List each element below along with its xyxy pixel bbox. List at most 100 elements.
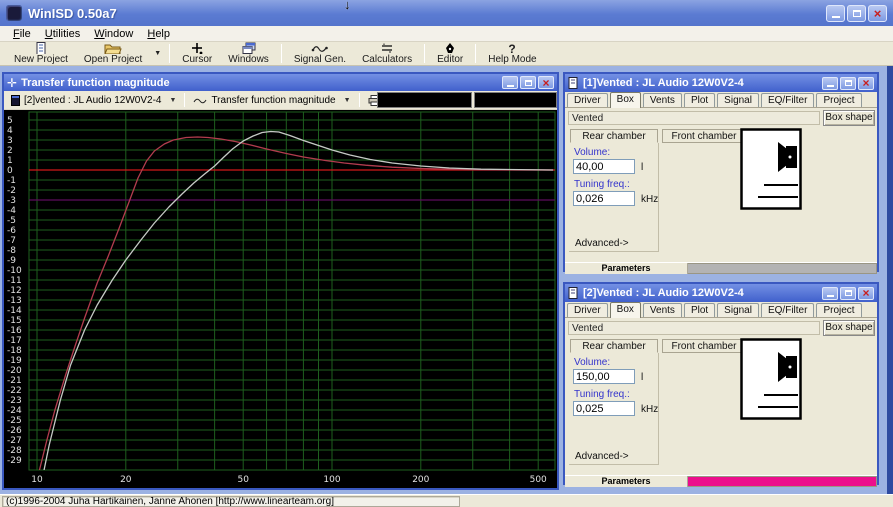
tab-plot[interactable]: Plot (683, 303, 716, 317)
panel2-maximize-button[interactable] (840, 286, 856, 300)
panel1-title-bar: [1]Vented : JL Audio 12W0V2-4 × (565, 74, 877, 92)
editor-button[interactable]: Editor (429, 42, 471, 65)
box-shape-button[interactable]: Box shape (823, 320, 875, 336)
transfer-function-window: ✛ Transfer function magnitude × [2]vente… (2, 72, 559, 490)
tuning-freq-input[interactable] (573, 401, 635, 416)
chart-canvas: 543210-1-2-3-4-5-6-7-8-9-10-11-12-13-14-… (7, 111, 556, 485)
document-icon (568, 287, 578, 299)
editor-icon (446, 43, 455, 53)
panel2-title: [2]Vented : JL Audio 12W0V2-4 (583, 287, 744, 299)
volume-label: Volume: (574, 147, 611, 158)
toolbar-separator (424, 44, 426, 63)
signal-gen-button[interactable]: Signal Gen. (286, 42, 354, 65)
close-icon: × (873, 5, 882, 21)
project-icon (11, 94, 20, 106)
svg-text:-11: -11 (7, 276, 22, 286)
panel1-close-button[interactable]: × (858, 76, 874, 90)
toolbar-separator (184, 93, 186, 107)
close-icon: × (862, 76, 870, 90)
svg-text:-23: -23 (7, 396, 22, 406)
svg-text:100: 100 (323, 475, 340, 485)
tab-signal[interactable]: Signal (717, 303, 759, 317)
chart-maximize-button[interactable] (520, 76, 536, 89)
svg-text:-25: -25 (7, 416, 22, 426)
chart-close-button[interactable]: × (538, 76, 554, 89)
tab-driver[interactable]: Driver (567, 303, 608, 317)
svg-text:-1: -1 (7, 176, 16, 186)
project-select-combo[interactable]: [2]vented : JL Audio 12W0V2-4 ▼ (7, 92, 180, 109)
panel2-close-button[interactable]: × (858, 286, 874, 300)
panel1-minimize-button[interactable] (822, 76, 838, 90)
mdi-right-edge (887, 66, 893, 494)
tab-box[interactable]: Box (609, 92, 641, 108)
svg-text:-22: -22 (7, 386, 22, 396)
chevron-down-icon: ▼ (343, 96, 351, 104)
windows-button[interactable]: Windows (220, 42, 277, 65)
menu-help[interactable]: Help (140, 27, 177, 41)
open-project-label: Open Project (83, 54, 143, 65)
minimize-icon (826, 85, 834, 87)
svg-text:-16: -16 (7, 326, 22, 336)
tab-vents[interactable]: Vents (642, 303, 682, 317)
advanced-link[interactable]: Advanced-> (575, 451, 629, 462)
chart-minimize-button[interactable] (502, 76, 518, 89)
tab-signal[interactable]: Signal (717, 93, 759, 107)
tuning-freq-input[interactable] (573, 191, 635, 206)
svg-text:2: 2 (7, 146, 13, 156)
tab-box[interactable]: Box (609, 302, 641, 318)
open-project-dropdown[interactable]: ▼ (150, 42, 165, 65)
panel1-title: [1]Vented : JL Audio 12W0V2-4 (583, 77, 744, 89)
open-project-icon (104, 44, 122, 54)
project-window-1: [1]Vented : JL Audio 12W0V2-4 × Driver B… (563, 72, 879, 274)
new-project-button[interactable]: New Project (6, 42, 76, 65)
svg-text:-15: -15 (7, 316, 22, 326)
panel1-box-tab-content: Vented Box shape Rear chamber Front cham… (565, 108, 877, 262)
maximize-icon (852, 9, 861, 17)
panel1-tabs: Driver Box Vents Plot Signal EQ/Filter P… (565, 92, 877, 108)
menu-utilities[interactable]: Utilities (38, 27, 87, 41)
maximize-icon (844, 80, 852, 86)
front-chamber-tab[interactable]: Front chamber (662, 339, 746, 353)
svg-text:5: 5 (7, 116, 13, 126)
maximize-icon (524, 79, 532, 86)
tab-driver[interactable]: Driver (567, 93, 608, 107)
tab-plot[interactable]: Plot (683, 93, 716, 107)
help-mode-button[interactable]: ? Help Mode (480, 42, 544, 65)
chevron-down-icon: ▼ (169, 96, 177, 104)
maximize-button[interactable] (847, 4, 866, 22)
front-chamber-tab[interactable]: Front chamber (662, 129, 746, 143)
parameters-toggle[interactable]: Parameters (565, 476, 688, 487)
tab-vents[interactable]: Vents (642, 93, 682, 107)
menu-window[interactable]: Window (87, 27, 140, 41)
tab-eq-filter[interactable]: EQ/Filter (760, 303, 815, 317)
volume-input[interactable] (573, 159, 635, 174)
calculators-icon (382, 43, 393, 53)
cursor-button[interactable]: Cursor (174, 42, 220, 65)
advanced-link[interactable]: Advanced-> (575, 238, 629, 249)
move-cursor-icon: ✛ (7, 75, 18, 90)
svg-text:-19: -19 (7, 356, 22, 366)
plot-type-combo[interactable]: Transfer function magnitude ▼ (189, 92, 354, 109)
rear-chamber-tab[interactable]: Rear chamber (570, 129, 658, 143)
rear-chamber-tab[interactable]: Rear chamber (570, 339, 658, 353)
close-button[interactable]: × (868, 4, 887, 22)
calculators-button[interactable]: Calculators (354, 42, 420, 65)
panel2-minimize-button[interactable] (822, 286, 838, 300)
tab-eq-filter[interactable]: EQ/Filter (760, 93, 815, 107)
svg-text:0: 0 (7, 166, 13, 176)
menu-bar: File Utilities Window Help (0, 26, 893, 42)
tab-project[interactable]: Project (816, 93, 862, 107)
box-shape-button[interactable]: Box shape (823, 110, 875, 126)
panel1-maximize-button[interactable] (840, 76, 856, 90)
parameters-toggle[interactable]: Parameters (565, 263, 688, 274)
open-project-button[interactable]: Open Project (76, 42, 150, 65)
svg-text:-5: -5 (7, 216, 16, 226)
tab-project[interactable]: Project (816, 303, 862, 317)
transfer-curve-icon (194, 98, 207, 103)
project-window-2: [2]Vented : JL Audio 12W0V2-4 × Driver B… (563, 282, 879, 487)
editor-label: Editor (437, 54, 464, 65)
minimize-button[interactable] (826, 4, 845, 22)
svg-text:-8: -8 (7, 246, 16, 256)
volume-input[interactable] (573, 369, 635, 384)
menu-file[interactable]: File (6, 27, 38, 41)
